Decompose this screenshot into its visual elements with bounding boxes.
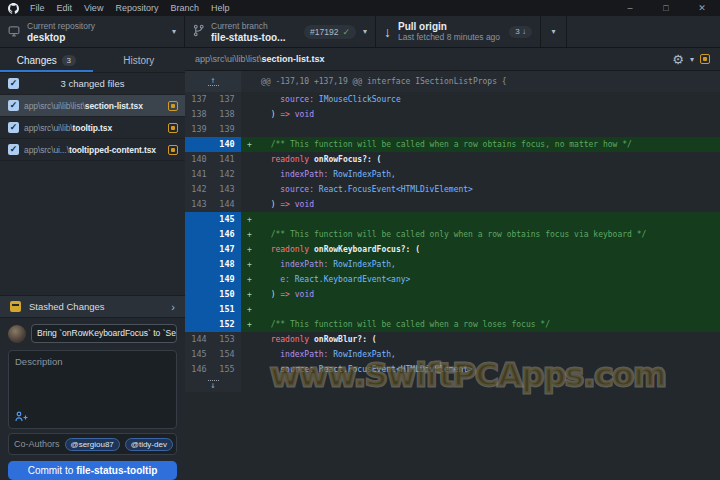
diff-line[interactable]: 143144 ) => void: [185, 197, 720, 212]
diff-line[interactable]: 149+ e: React.KeyboardEvent<any>: [185, 272, 720, 287]
chevron-down-icon: ▾: [551, 27, 555, 36]
add-coauthor-icon[interactable]: [15, 411, 28, 424]
expand-up-icon: ↑: [208, 77, 219, 86]
toolbar: Current repository desktop ▾ Current bra…: [0, 16, 720, 48]
description-placeholder: Description: [15, 356, 63, 367]
menu-file[interactable]: File: [24, 3, 51, 13]
coauthor-badge[interactable]: @sergiou87: [65, 438, 120, 451]
tab-history[interactable]: History: [93, 48, 186, 72]
chevron-down-icon[interactable]: ▾: [690, 55, 694, 64]
pull-origin-button[interactable]: ↓ Pull origin Last fetched 8 minutes ago…: [376, 16, 541, 47]
changed-files-header: ✓ 3 changed files: [0, 73, 185, 95]
diff-line[interactable]: 137137 source: IMouseClickSource: [185, 92, 720, 107]
computer-icon: [8, 23, 20, 41]
file-row[interactable]: ✓ app\src\ui...\tooltipped-content.tsx: [0, 139, 185, 161]
avatar: [8, 325, 26, 343]
diff-line[interactable]: 142143 source: React.FocusEvent<HTMLDivE…: [185, 182, 720, 197]
diff-line[interactable]: 151+: [185, 302, 720, 317]
pull-subtitle: Last fetched 8 minutes ago: [398, 32, 502, 42]
menu-edit[interactable]: Edit: [51, 3, 79, 13]
sidebar-tabs: Changes 3 History: [0, 48, 185, 73]
sidebar: Changes 3 History ✓ 3 changed files ✓ app…: [0, 48, 185, 480]
gear-icon[interactable]: ⚙: [672, 52, 684, 67]
pull-count-badge: 3 ↓: [509, 26, 532, 38]
modified-file-icon: [168, 101, 178, 111]
branch-label: Current branch: [211, 21, 297, 31]
hunk-header-text: @@ -137,10 +137,19 @@ interface ISection…: [241, 71, 507, 92]
diff-file-header: app\src\ui\lib\list\section-list.tsx ⚙ ▾: [185, 48, 720, 71]
select-all-checkbox[interactable]: ✓: [8, 78, 19, 89]
file-row[interactable]: ✓ app\src\ui\lib\tooltip.tsx: [0, 117, 185, 139]
modified-file-icon: [700, 54, 710, 64]
diff-file-path: app\src\ui\lib\list\section-list.tsx: [195, 54, 672, 64]
chevron-down-icon: ▾: [172, 27, 176, 36]
pull-title: Pull origin: [398, 21, 502, 32]
minimize-button[interactable]: –: [612, 0, 648, 16]
maximize-button[interactable]: □: [648, 0, 684, 16]
stash-icon: [10, 301, 21, 312]
file-path: app\src\ui\lib\list\section-list.tsx: [24, 101, 166, 111]
diff-line[interactable]: 150+ ) => void: [185, 287, 720, 302]
diff-line[interactable]: 147+ readonly onRowKeyboardFocus?: (: [185, 242, 720, 257]
expand-up-button[interactable]: ↑: [185, 71, 241, 92]
diff-line[interactable]: 145+: [185, 212, 720, 227]
coauthors-label: Co-Authors: [14, 439, 60, 449]
tab-changes[interactable]: Changes 3: [0, 48, 93, 72]
titlebar: FileEditViewRepositoryBranchHelp –□✕: [0, 0, 720, 16]
file-checkbox[interactable]: ✓: [8, 122, 19, 133]
diff-line[interactable]: 144153 readonly onRowBlur?: (: [185, 332, 720, 347]
changed-files-label: 3 changed files: [19, 78, 166, 89]
diff-line[interactable]: 140141 readonly onRowFocus?: (: [185, 152, 720, 167]
chevron-down-icon: ▾: [363, 27, 367, 36]
close-button[interactable]: ✕: [684, 0, 720, 16]
diff-panel: app\src\ui\lib\list\section-list.tsx ⚙ ▾…: [185, 48, 720, 480]
menu-view[interactable]: View: [78, 3, 109, 13]
diff-view: ↑ @@ -137,10 +137,19 @@ interface ISecti…: [185, 71, 720, 480]
diff-line[interactable]: 152+ /** This function will be called wh…: [185, 317, 720, 332]
arrow-down-icon: ↓: [384, 24, 391, 40]
diff-line[interactable]: 139139: [185, 122, 720, 137]
check-icon: ✓: [342, 27, 350, 37]
repository-name: desktop: [27, 32, 165, 43]
commit-summary-input[interactable]: Bring `onRowKeyboardFocus` to `Se: [31, 324, 177, 343]
stash-label: Stashed Changes: [29, 301, 105, 312]
commit-description-input[interactable]: Description: [8, 350, 177, 429]
git-branch-icon: [193, 23, 204, 41]
file-path: app\src\ui...\tooltipped-content.tsx: [24, 145, 166, 155]
file-path: app\src\ui\lib\tooltip.tsx: [24, 123, 166, 133]
expand-down-icon: ↓: [208, 380, 219, 389]
menu-help[interactable]: Help: [205, 3, 236, 13]
file-row[interactable]: ✓ app\src\ui\lib\list\section-list.tsx: [0, 95, 185, 117]
coauthor-badge[interactable]: @tidy-dev: [125, 438, 173, 451]
file-checkbox[interactable]: ✓: [8, 100, 19, 111]
commit-form: Bring `onRowKeyboardFocus` to `Se Descri…: [0, 318, 185, 480]
menu-repository[interactable]: Repository: [109, 3, 164, 13]
modified-file-icon: [168, 123, 178, 133]
modified-file-icon: [168, 145, 178, 155]
repository-label: Current repository: [27, 21, 165, 31]
hunk-header: ↑ @@ -137,10 +137,19 @@ interface ISecti…: [185, 71, 720, 92]
stashed-changes-bar[interactable]: Stashed Changes ›: [0, 295, 185, 318]
changes-count-badge: 3: [62, 55, 76, 66]
pull-options-button[interactable]: ▾: [541, 16, 567, 47]
file-checkbox[interactable]: ✓: [8, 144, 19, 155]
branch-name: file-status-too...: [211, 32, 297, 43]
menu-branch[interactable]: Branch: [164, 3, 205, 13]
pr-number-badge[interactable]: #17192✓: [304, 25, 356, 39]
current-repository-button[interactable]: Current repository desktop ▾: [0, 16, 185, 47]
github-logo-icon: [8, 3, 19, 14]
current-branch-button[interactable]: Current branch file-status-too... #17192…: [185, 16, 376, 47]
diff-line[interactable]: 138138 ) => void: [185, 107, 720, 122]
commit-button[interactable]: Commit to file-status-tooltip: [8, 461, 177, 480]
diff-line[interactable]: 148+ indexPath: RowIndexPath,: [185, 257, 720, 272]
expand-down-button[interactable]: ↓: [185, 377, 241, 392]
diff-line[interactable]: 140+ /** This function will be called wh…: [185, 137, 720, 152]
diff-line[interactable]: 146+ /** This function will be called on…: [185, 227, 720, 242]
coauthors-field[interactable]: Co-Authors @sergiou87 @tidy-dev: [8, 433, 177, 455]
diff-line[interactable]: 141142 indexPath: RowIndexPath,: [185, 167, 720, 182]
chevron-right-icon: ›: [171, 301, 175, 313]
